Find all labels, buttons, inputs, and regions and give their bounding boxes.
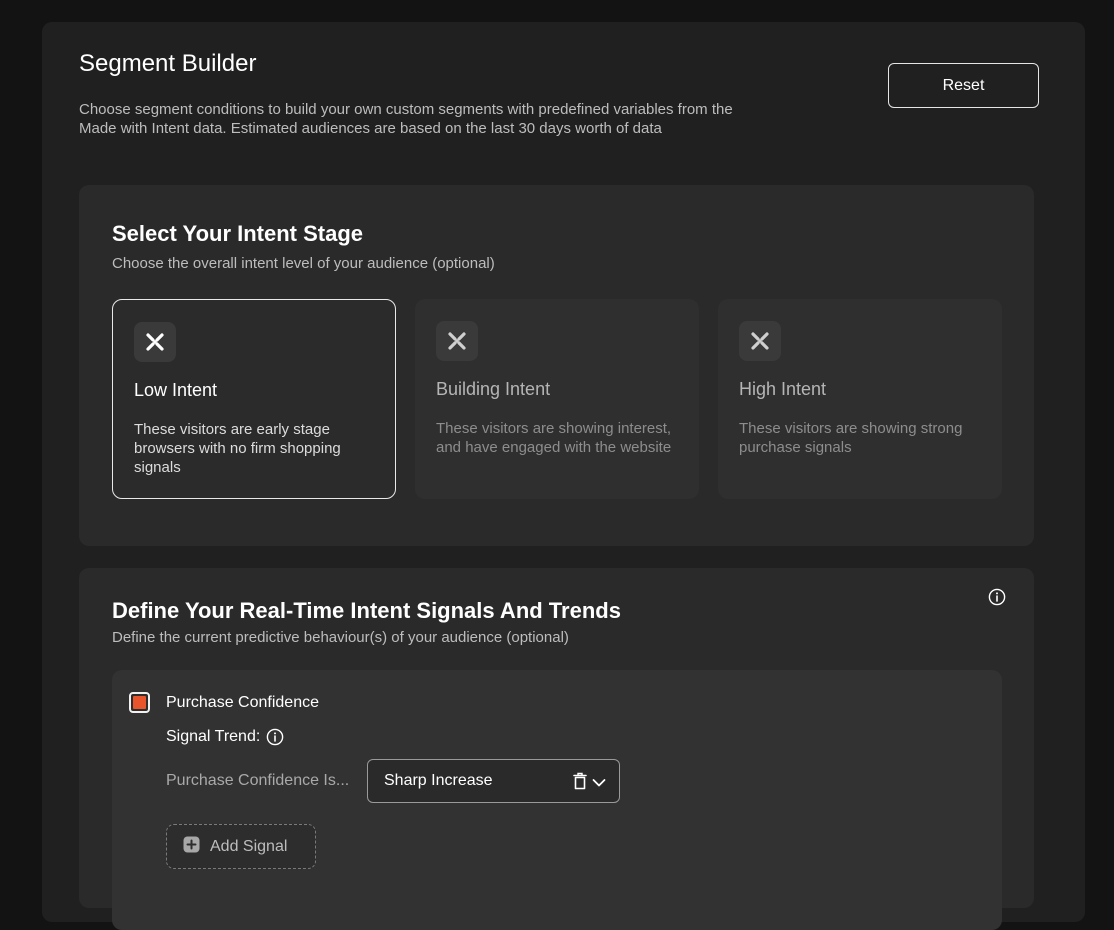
chevron-down-icon[interactable]	[592, 775, 606, 793]
intent-option-high[interactable]: High Intent These visitors are showing s…	[718, 299, 1002, 499]
x-icon	[134, 322, 176, 362]
plus-icon	[183, 836, 200, 858]
signal-trend-select[interactable]: Sharp Increase	[367, 759, 620, 803]
signal-name: Purchase Confidence	[166, 694, 319, 711]
intent-option-title: Low Intent	[134, 380, 218, 400]
x-icon	[436, 321, 478, 361]
intent-stage-subtitle: Choose the overall intent level of your …	[112, 255, 495, 272]
intent-option-description: These visitors are showing interest, and…	[436, 420, 672, 456]
intent-signals-subtitle: Define the current predictive behaviour(…	[112, 629, 569, 646]
reset-button[interactable]: Reset	[888, 63, 1039, 108]
intent-option-description: These visitors are showing strong purcha…	[739, 420, 963, 456]
info-icon[interactable]	[988, 588, 1006, 606]
page-description: Choose segment conditions to build your …	[79, 101, 733, 137]
signal-trend-info-icon[interactable]	[266, 728, 284, 746]
intent-signals-card: Define Your Real-Time Intent Signals And…	[79, 568, 1034, 930]
intent-signals-title: Define Your Real-Time Intent Signals And…	[112, 598, 621, 623]
checkbox-checked-mark	[133, 696, 146, 709]
x-icon	[739, 321, 781, 361]
intent-option-building[interactable]: Building Intent These visitors are showi…	[415, 299, 699, 499]
add-signal-label: Add Signal	[210, 837, 288, 855]
page-title: Segment Builder	[79, 50, 257, 77]
intent-stage-title: Select Your Intent Stage	[112, 221, 364, 246]
intent-option-low[interactable]: Low Intent These visitors are early stag…	[112, 299, 396, 499]
purchase-confidence-checkbox[interactable]	[129, 692, 150, 713]
trash-icon[interactable]	[573, 772, 587, 795]
intent-option-title: High Intent	[739, 379, 827, 399]
condition-label: Purchase Confidence Is...	[166, 772, 350, 789]
intent-stage-card: Select Your Intent Stage Choose the over…	[79, 185, 1034, 546]
signal-trend-label: Signal Trend:	[166, 728, 261, 745]
select-value: Sharp Increase	[384, 772, 493, 789]
intent-option-title: Building Intent	[436, 379, 551, 399]
add-signal-button[interactable]: Add Signal	[166, 824, 316, 869]
signal-row: Purchase Confidence Signal Trend: Purcha…	[112, 670, 1002, 930]
intent-option-description: These visitors are early stage browsers …	[134, 421, 341, 476]
